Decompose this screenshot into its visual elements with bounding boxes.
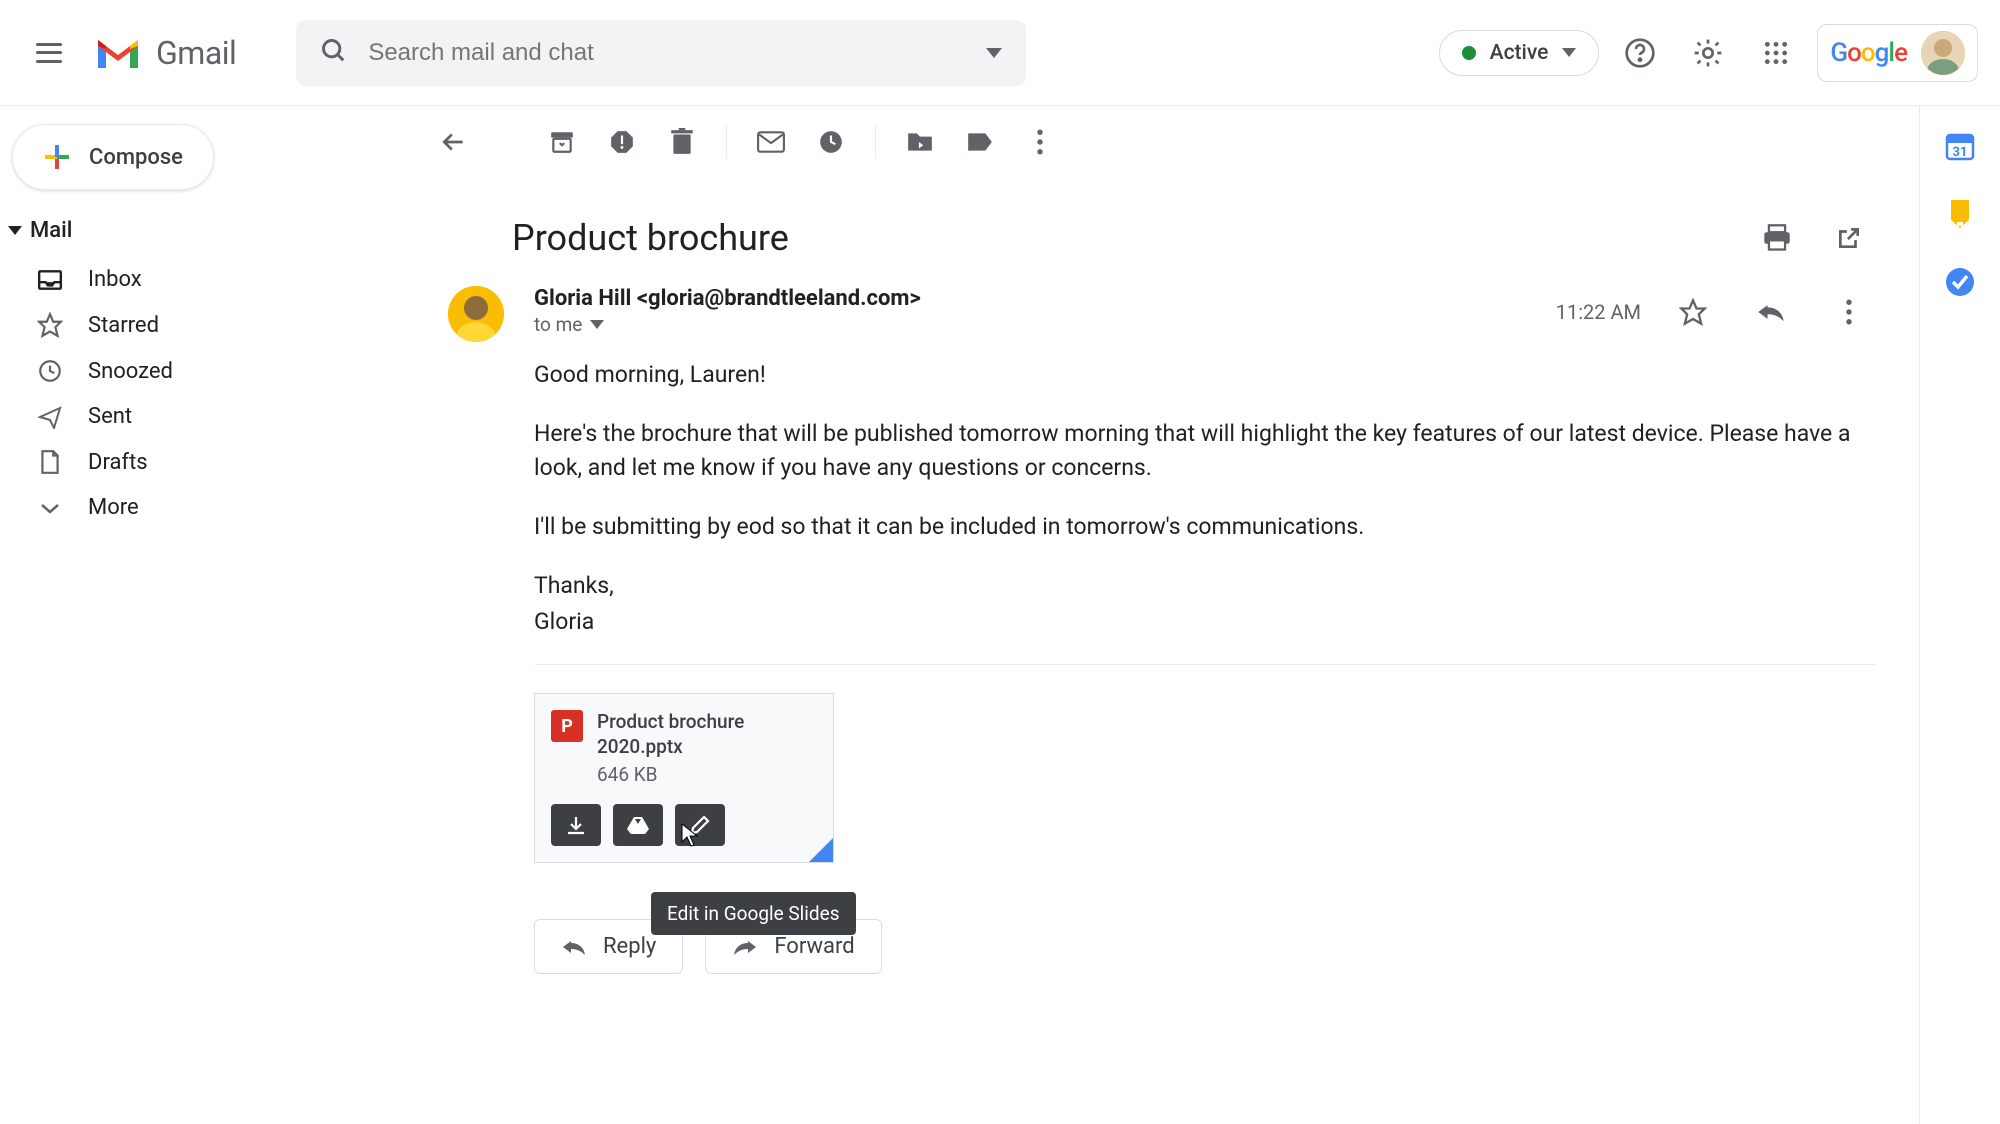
triangle-down-icon — [8, 226, 22, 235]
forward-icon — [732, 937, 758, 957]
keep-addon-button[interactable] — [1942, 196, 1978, 232]
sidebar-item-label: Drafts — [88, 450, 148, 475]
message-time: 11:22 AM — [1556, 300, 1641, 324]
hamburger-icon — [36, 43, 62, 63]
download-attachment-button[interactable] — [551, 804, 601, 846]
cursor-icon — [679, 822, 701, 848]
reply-icon — [561, 937, 587, 957]
send-icon — [36, 405, 64, 429]
mail-section-label: Mail — [30, 218, 72, 243]
file-icon — [36, 449, 64, 475]
side-panel: 31 — [1920, 106, 2000, 1124]
sidebar-item-label: Starred — [88, 313, 159, 338]
gmail-m-icon — [94, 34, 142, 72]
sender-name: Gloria Hill <gloria@brandtleeland.com> — [534, 286, 1556, 311]
sidebar-item-label: More — [88, 495, 139, 520]
apps-button[interactable] — [1749, 26, 1803, 80]
status-label: Active — [1490, 41, 1549, 65]
tasks-addon-button[interactable] — [1942, 264, 1978, 300]
search-bar[interactable] — [296, 20, 1026, 86]
reply-icon-button[interactable] — [1745, 286, 1797, 338]
inbox-icon — [36, 269, 64, 291]
message-body: Good morning, Lauren! Here's the brochur… — [428, 342, 1919, 638]
compose-label: Compose — [89, 145, 183, 170]
sidebar-item-sent[interactable]: Sent — [0, 394, 408, 439]
sidebar-item-inbox[interactable]: Inbox — [0, 257, 408, 302]
message-subject: Product brochure — [512, 217, 1751, 259]
chevron-down-icon — [36, 501, 64, 515]
attachment-card[interactable]: P Product brochure 2020.pptx 646 KB Edit… — [534, 693, 834, 863]
labels-button[interactable] — [954, 116, 1006, 168]
report-spam-button[interactable] — [596, 116, 648, 168]
message-toolbar — [428, 106, 1919, 178]
sidebar-item-starred[interactable]: Starred — [0, 302, 408, 348]
calendar-addon-button[interactable]: 31 — [1942, 128, 1978, 164]
star-message-button[interactable] — [1667, 286, 1719, 338]
save-to-drive-button[interactable] — [613, 804, 663, 846]
settings-button[interactable] — [1681, 26, 1735, 80]
chevron-down-icon — [1562, 48, 1576, 57]
sidebar-item-snoozed[interactable]: Snoozed — [0, 348, 408, 394]
account-button[interactable]: Google — [1817, 24, 1978, 82]
back-button[interactable] — [428, 116, 480, 168]
sidebar-item-label: Inbox — [88, 267, 142, 292]
attachment-fold-icon — [809, 838, 833, 862]
open-new-window-button[interactable] — [1823, 212, 1875, 264]
recipient-line: to me — [534, 313, 582, 336]
attachment-tooltip: Edit in Google Slides — [651, 892, 856, 935]
sidebar-item-label: Snoozed — [88, 359, 173, 384]
forward-label: Forward — [774, 934, 854, 959]
message-more-button[interactable] — [1823, 286, 1875, 338]
svg-text:31: 31 — [1953, 145, 1968, 160]
profile-avatar — [1921, 31, 1965, 75]
app-name: Gmail — [156, 34, 236, 72]
main-menu-button[interactable] — [22, 26, 76, 80]
attachment-size: 646 KB — [597, 763, 817, 786]
reply-label: Reply — [603, 934, 656, 959]
powerpoint-icon: P — [551, 710, 583, 742]
more-actions-button[interactable] — [1014, 116, 1066, 168]
clock-icon — [36, 358, 64, 384]
plus-icon — [43, 143, 71, 171]
mail-section-toggle[interactable]: Mail — [8, 218, 408, 243]
mark-unread-button[interactable] — [745, 116, 797, 168]
snooze-button[interactable] — [805, 116, 857, 168]
status-pill[interactable]: Active — [1439, 30, 1600, 76]
status-dot-icon — [1462, 46, 1476, 60]
search-input[interactable] — [368, 39, 986, 67]
sidebar-item-more[interactable]: More — [0, 485, 408, 530]
search-icon — [320, 37, 348, 69]
google-logo: Google — [1830, 38, 1907, 68]
sender-avatar[interactable] — [448, 286, 504, 342]
gmail-logo[interactable]: Gmail — [94, 34, 236, 72]
help-button[interactable] — [1613, 26, 1667, 80]
attachment-name: Product brochure 2020.pptx — [597, 710, 817, 759]
search-options-icon[interactable] — [986, 43, 1002, 62]
archive-button[interactable] — [536, 116, 588, 168]
delete-button[interactable] — [656, 116, 708, 168]
sidebar-item-label: Sent — [88, 404, 132, 429]
show-details-icon[interactable] — [590, 320, 604, 329]
star-icon — [36, 312, 64, 338]
move-to-button[interactable] — [894, 116, 946, 168]
print-button[interactable] — [1751, 212, 1803, 264]
sidebar-item-drafts[interactable]: Drafts — [0, 439, 408, 485]
compose-button[interactable]: Compose — [12, 124, 214, 190]
